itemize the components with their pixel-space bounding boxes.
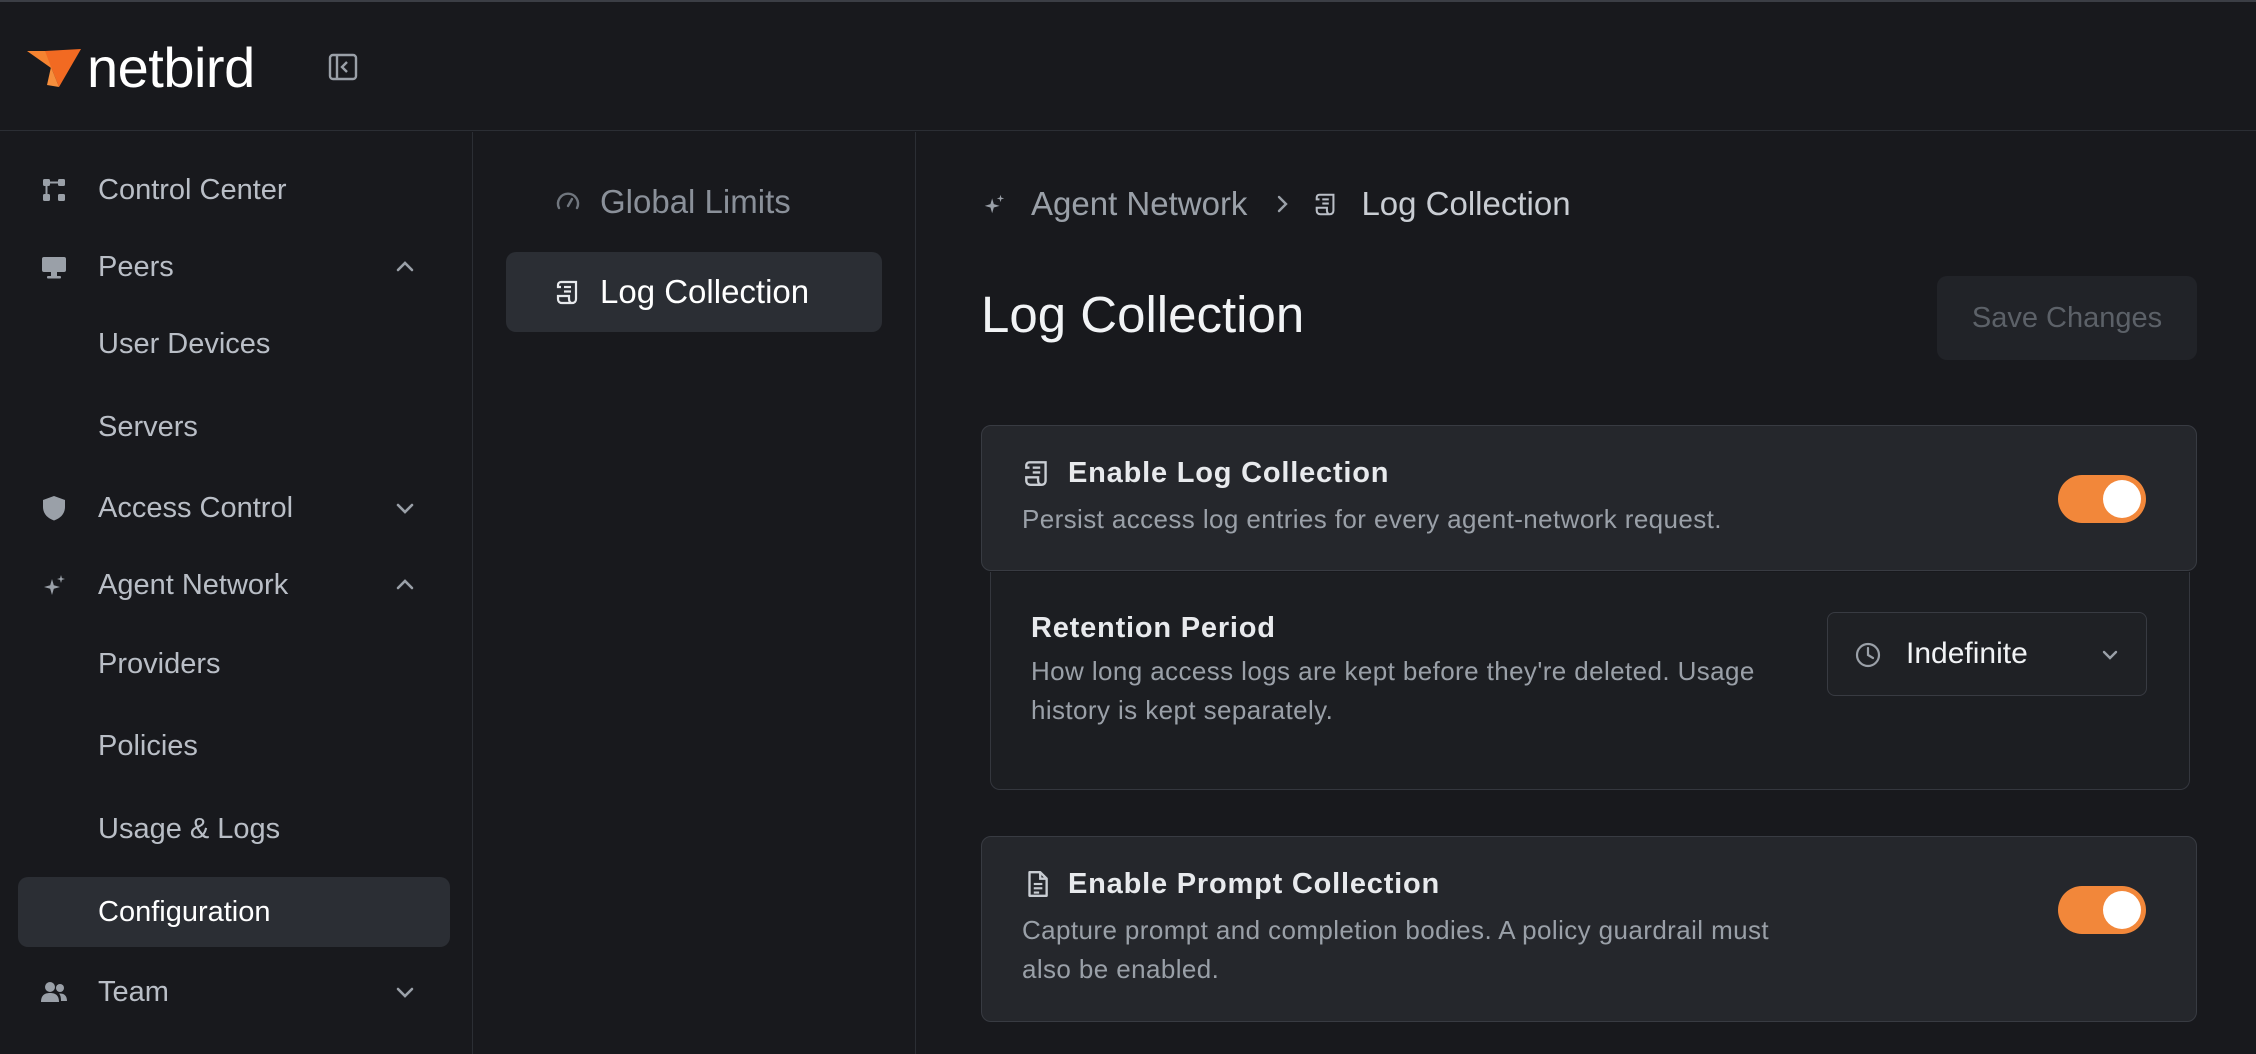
sidebar-item-label: Peers [98,250,174,283]
gauge-icon [556,192,580,210]
sidebar-item-peers[interactable]: Peers [18,232,450,302]
log-collection-description: Persist access log entries for every age… [1022,504,1722,534]
breadcrumb-parent-link[interactable]: Agent Network [1031,185,1247,223]
brand-name: netbird [87,36,255,99]
sidebar: Control Center Peers User Devices Server… [0,132,473,1054]
sparkles-icon [984,194,1005,214]
sidebar-item-usage-logs[interactable]: Usage & Logs [18,794,450,864]
prompt-collection-title: Enable Prompt Collection [1068,868,1441,900]
configuration-subnav: Global Limits Log Collection [474,132,916,1054]
sidebar-item-label: Providers [98,647,221,680]
users-icon [41,982,67,1002]
scroll-icon [1316,193,1335,216]
sidebar-item-configuration[interactable]: Configuration [18,877,450,947]
sidebar-item-label: Control Center [98,173,287,206]
prompt-collection-card: Enable Prompt Collection Capture prompt … [981,836,2197,1022]
sidebar-item-agent-network[interactable]: Agent Network [18,550,450,620]
control-center-icon [43,179,65,201]
subnav-item-log-collection[interactable]: Log Collection [506,252,882,332]
sidebar-item-label: Usage & Logs [98,812,281,845]
subnav-item-label: Log Collection [600,273,810,310]
chevron-down-icon [396,503,414,514]
chevron-up-icon [396,261,414,272]
sidebar-item-label: User Devices [98,327,271,360]
subnav-item-global-limits[interactable]: Global Limits [506,162,882,242]
sidebar-item-label: Agent Network [98,568,289,601]
sidebar-item-label: Access Control [98,491,294,524]
sidebar-item-control-center[interactable]: Control Center [18,155,450,225]
monitor-icon [42,257,66,279]
retention-period-title: Retention Period [1031,612,1276,644]
chevron-up-icon [396,579,414,590]
netbird-bird-icon [27,49,81,87]
page-title: Log Collection [981,286,1305,343]
chevron-right-icon [1278,195,1289,213]
top-header: netbird [0,2,2256,131]
breadcrumb: Agent Network Log Collection [981,184,1571,224]
toggle-knob [2103,480,2141,518]
toggle-knob [2103,891,2141,929]
sparkles-icon [44,575,65,595]
sidebar-collapse-icon[interactable] [326,50,360,84]
document-icon [1028,871,1048,897]
scroll-icon [1025,461,1047,486]
prompt-collection-toggle[interactable] [2058,886,2146,934]
sidebar-item-user-devices[interactable]: User Devices [18,309,450,379]
sidebar-item-label: Configuration [98,895,271,928]
scroll-icon [556,280,578,305]
log-collection-toggle[interactable] [2058,475,2146,523]
retention-period-select[interactable]: Indefinite [1827,612,2147,696]
breadcrumb-current: Log Collection [1361,185,1571,222]
sidebar-item-label: Team [98,975,169,1008]
log-collection-title: Enable Log Collection [1068,457,1390,489]
sidebar-item-servers[interactable]: Servers [18,392,450,462]
sidebar-item-policies[interactable]: Policies [18,711,450,781]
retention-period-panel: Retention Period How long access logs ar… [990,572,2190,790]
shield-icon [43,496,65,521]
clock-icon [1855,642,1881,668]
chevron-down-icon [396,987,414,998]
prompt-collection-description: Capture prompt and completion bodies. A … [1022,915,1770,984]
sidebar-item-access-control[interactable]: Access Control [18,473,450,543]
retention-period-value: Indefinite [1906,637,2028,670]
sidebar-item-label: Policies [98,729,198,762]
main-content: Agent Network Log Collection Log Collect… [917,132,2256,1054]
chevron-down-icon [2102,650,2118,660]
netbird-logo[interactable]: netbird [25,40,255,96]
subnav-item-label: Global Limits [600,183,791,220]
log-collection-card: Enable Log Collection Persist access log… [981,425,2197,571]
sidebar-item-label: Servers [98,410,198,443]
sidebar-item-team[interactable]: Team [18,957,450,1027]
save-changes-button[interactable]: Save Changes [1937,276,2197,360]
retention-period-description: How long access logs are kept before the… [1031,656,1755,725]
sidebar-item-providers[interactable]: Providers [18,629,450,699]
